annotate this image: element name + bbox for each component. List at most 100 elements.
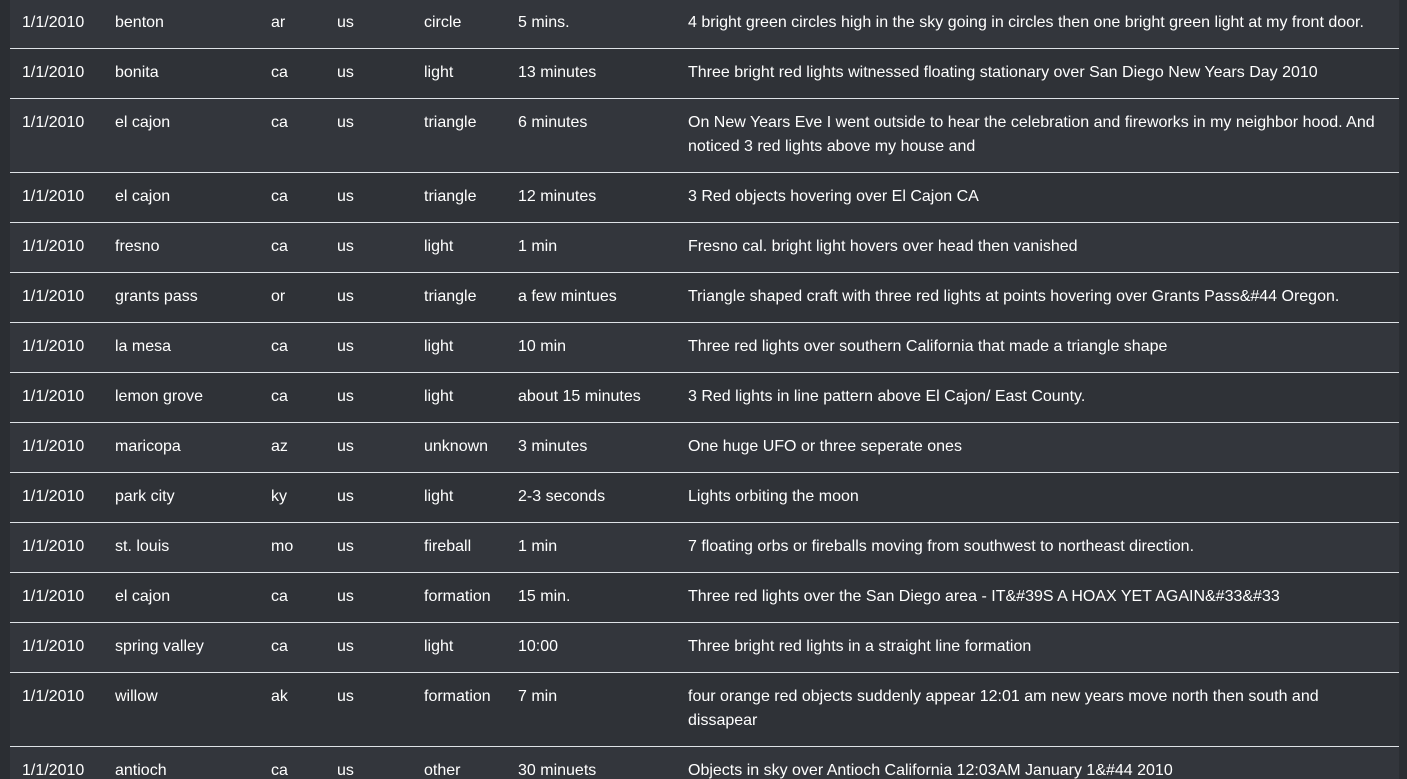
cell-state: az — [259, 422, 325, 473]
cell-city: park city — [103, 472, 259, 523]
cell-date: 1/1/2010 — [10, 746, 103, 779]
cell-date: 1/1/2010 — [10, 522, 103, 573]
cell-shape: light — [412, 322, 506, 373]
cell-duration: 2-3 seconds — [506, 472, 676, 523]
cell-country: us — [325, 372, 412, 423]
sightings-table: 1/1/2010 benton ar us circle 5 mins. 4 b… — [10, 0, 1399, 779]
cell-shape: light — [412, 222, 506, 273]
cell-duration: about 15 minutes — [506, 372, 676, 423]
cell-country: us — [325, 472, 412, 523]
cell-state: ca — [259, 622, 325, 673]
cell-duration: 10 min — [506, 322, 676, 373]
cell-shape: other — [412, 746, 506, 779]
cell-duration: 12 minutes — [506, 172, 676, 223]
cell-city: el cajon — [103, 98, 259, 173]
sightings-table-body: 1/1/2010 benton ar us circle 5 mins. 4 b… — [10, 0, 1399, 779]
cell-duration: 5 mins. — [506, 0, 676, 49]
cell-city: grants pass — [103, 272, 259, 323]
cell-comment: Fresno cal. bright light hovers over hea… — [676, 222, 1399, 273]
cell-comment: Three red lights over the San Diego area… — [676, 572, 1399, 623]
table-row: 1/1/2010 fresno ca us light 1 min Fresno… — [10, 222, 1399, 273]
cell-city: el cajon — [103, 172, 259, 223]
cell-city: antioch — [103, 746, 259, 779]
cell-duration: 1 min — [506, 222, 676, 273]
cell-shape: unknown — [412, 422, 506, 473]
cell-country: us — [325, 572, 412, 623]
cell-comment: 4 bright green circles high in the sky g… — [676, 0, 1399, 49]
cell-shape: formation — [412, 572, 506, 623]
cell-date: 1/1/2010 — [10, 272, 103, 323]
cell-country: us — [325, 222, 412, 273]
cell-shape: light — [412, 48, 506, 99]
cell-comment: Lights orbiting the moon — [676, 472, 1399, 523]
cell-city: maricopa — [103, 422, 259, 473]
cell-comment: Three red lights over southern Californi… — [676, 322, 1399, 373]
cell-comment: One huge UFO or three seperate ones — [676, 422, 1399, 473]
cell-state: ak — [259, 672, 325, 747]
table-row: 1/1/2010 park city ky us light 2-3 secon… — [10, 472, 1399, 523]
cell-city: fresno — [103, 222, 259, 273]
table-row: 1/1/2010 antioch ca us other 30 minuets … — [10, 746, 1399, 779]
cell-shape: circle — [412, 0, 506, 49]
cell-date: 1/1/2010 — [10, 98, 103, 173]
cell-date: 1/1/2010 — [10, 48, 103, 99]
cell-date: 1/1/2010 — [10, 672, 103, 747]
cell-state: ar — [259, 0, 325, 49]
cell-duration: 1 min — [506, 522, 676, 573]
cell-date: 1/1/2010 — [10, 322, 103, 373]
cell-shape: light — [412, 472, 506, 523]
cell-duration: 30 minuets — [506, 746, 676, 779]
cell-state: ca — [259, 372, 325, 423]
cell-date: 1/1/2010 — [10, 372, 103, 423]
table-row: 1/1/2010 bonita ca us light 13 minutes T… — [10, 48, 1399, 99]
cell-state: or — [259, 272, 325, 323]
cell-duration: 6 minutes — [506, 98, 676, 173]
cell-comment: Objects in sky over Antioch California 1… — [676, 746, 1399, 779]
cell-duration: 7 min — [506, 672, 676, 747]
cell-country: us — [325, 272, 412, 323]
table-row: 1/1/2010 el cajon ca us triangle 6 minut… — [10, 98, 1399, 173]
cell-country: us — [325, 422, 412, 473]
cell-state: mo — [259, 522, 325, 573]
cell-country: us — [325, 746, 412, 779]
cell-shape: fireball — [412, 522, 506, 573]
cell-shape: triangle — [412, 172, 506, 223]
cell-date: 1/1/2010 — [10, 422, 103, 473]
cell-city: lemon grove — [103, 372, 259, 423]
cell-duration: 13 minutes — [506, 48, 676, 99]
table-row: 1/1/2010 willow ak us formation 7 min fo… — [10, 672, 1399, 747]
cell-duration: 3 minutes — [506, 422, 676, 473]
cell-city: spring valley — [103, 622, 259, 673]
cell-comment: four orange red objects suddenly appear … — [676, 672, 1399, 747]
cell-shape: triangle — [412, 272, 506, 323]
cell-country: us — [325, 98, 412, 173]
cell-comment: 7 floating orbs or fireballs moving from… — [676, 522, 1399, 573]
cell-country: us — [325, 172, 412, 223]
cell-shape: light — [412, 622, 506, 673]
cell-duration: 10:00 — [506, 622, 676, 673]
cell-duration: 15 min. — [506, 572, 676, 623]
cell-shape: light — [412, 372, 506, 423]
cell-city: el cajon — [103, 572, 259, 623]
cell-country: us — [325, 322, 412, 373]
table-row: 1/1/2010 el cajon ca us triangle 12 minu… — [10, 172, 1399, 223]
cell-date: 1/1/2010 — [10, 172, 103, 223]
table-row: 1/1/2010 st. louis mo us fireball 1 min … — [10, 522, 1399, 573]
cell-shape: triangle — [412, 98, 506, 173]
cell-city: bonita — [103, 48, 259, 99]
cell-city: willow — [103, 672, 259, 747]
cell-state: ca — [259, 98, 325, 173]
cell-state: ca — [259, 746, 325, 779]
cell-state: ca — [259, 572, 325, 623]
cell-comment: Three bright red lights witnessed floati… — [676, 48, 1399, 99]
cell-comment: On New Years Eve I went outside to hear … — [676, 98, 1399, 173]
cell-country: us — [325, 522, 412, 573]
table-row: 1/1/2010 la mesa ca us light 10 min Thre… — [10, 322, 1399, 373]
cell-state: ky — [259, 472, 325, 523]
cell-duration: a few mintues — [506, 272, 676, 323]
cell-country: us — [325, 48, 412, 99]
cell-city: st. louis — [103, 522, 259, 573]
cell-comment: 3 Red lights in line pattern above El Ca… — [676, 372, 1399, 423]
cell-country: us — [325, 0, 412, 49]
cell-date: 1/1/2010 — [10, 472, 103, 523]
